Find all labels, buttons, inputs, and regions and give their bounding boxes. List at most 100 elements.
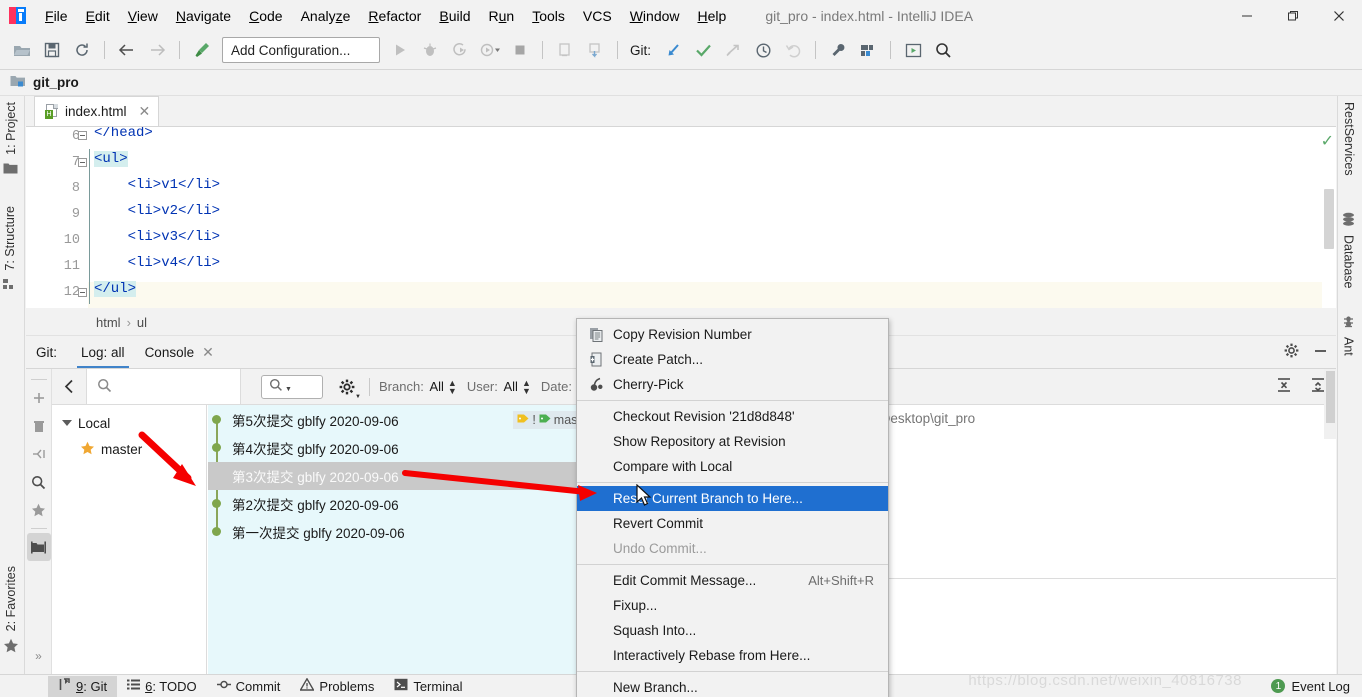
tab-log-all[interactable]: Log: all: [71, 336, 135, 368]
sidebar-item-ant[interactable]: Ant: [1342, 337, 1356, 356]
open-folder-icon[interactable]: [8, 37, 36, 63]
scrollbar-thumb[interactable]: [1326, 371, 1335, 423]
menu-item-show-repository-at-revision[interactable]: Show Repository at Revision: [577, 429, 888, 454]
attach-debugger-icon[interactable]: [551, 37, 579, 63]
menu-item-create-patch[interactable]: Create Patch...: [577, 347, 888, 372]
menu-item-fixup[interactable]: Fixup...: [577, 593, 888, 618]
table-row[interactable]: 第4次提交 gblfy 2020-09-06: [208, 434, 602, 462]
table-row-selected[interactable]: 第3次提交 gblfy 2020-09-06: [208, 462, 602, 490]
commit-checkmark-icon[interactable]: [689, 37, 717, 63]
status-item-commit[interactable]: Commit: [207, 676, 291, 697]
table-row[interactable]: 第一次提交 gblfy 2020-09-06: [208, 518, 602, 546]
update-running-app-icon[interactable]: [581, 37, 609, 63]
forward-arrow-icon[interactable]: [143, 37, 171, 63]
gear-icon[interactable]: [1284, 343, 1299, 361]
menu-item-compare-with-local[interactable]: Compare with Local: [577, 454, 888, 479]
search-scope-dropdown[interactable]: ▼: [261, 374, 323, 399]
menu-item-vcs[interactable]: VCS: [574, 5, 621, 27]
search-icon[interactable]: [27, 468, 51, 496]
menu-item-navigate[interactable]: Navigate: [167, 5, 240, 27]
sidebar-item-database[interactable]: Database: [1342, 235, 1356, 289]
run-icon[interactable]: [386, 37, 414, 63]
code-viewport[interactable]: 6 7 8 9 10 11 12 </head> <ul> <li>v1</li…: [26, 127, 1336, 308]
fold-marker[interactable]: [78, 131, 87, 140]
menu-item-squash-into[interactable]: Squash Into...: [577, 618, 888, 643]
tab-console[interactable]: Console ✕: [135, 336, 224, 368]
hammer-icon[interactable]: [188, 37, 216, 63]
menu-item-file[interactable]: File: [36, 5, 77, 27]
close-icon[interactable]: ✕: [202, 344, 214, 361]
table-row[interactable]: 第2次提交 gblfy 2020-09-06: [208, 490, 602, 518]
details-scrollbar[interactable]: [1324, 369, 1336, 439]
breadcrumb-item-ul[interactable]: ul: [137, 315, 147, 330]
minimize-button[interactable]: [1224, 0, 1270, 31]
plus-icon[interactable]: [27, 384, 51, 412]
sync-icon[interactable]: [68, 37, 96, 63]
expand-all-icon[interactable]: [1276, 377, 1292, 396]
profile-icon[interactable]: [476, 37, 504, 63]
history-clock-icon[interactable]: [749, 37, 777, 63]
sidebar-item-project[interactable]: 1: Project: [4, 102, 18, 155]
menu-item-help[interactable]: Help: [689, 5, 736, 27]
close-button[interactable]: [1316, 0, 1362, 31]
status-item-todo[interactable]: 6: TODO: [117, 676, 207, 697]
menu-item-new-branch[interactable]: New Branch...: [577, 675, 888, 697]
fold-marker[interactable]: [78, 158, 87, 167]
minimize-icon[interactable]: [1313, 343, 1328, 361]
inspection-status-icon[interactable]: ✓: [1321, 131, 1334, 151]
project-name[interactable]: git_pro: [33, 75, 79, 90]
sidebar-item-restservices[interactable]: RestServices: [1342, 102, 1356, 176]
branch-item-master[interactable]: master: [52, 436, 206, 462]
menu-item-window[interactable]: Window: [621, 5, 689, 27]
collapse-all-icon[interactable]: [27, 440, 51, 468]
star-icon[interactable]: [27, 496, 51, 524]
layout-icon[interactable]: [899, 37, 927, 63]
status-event-log[interactable]: 1 Event Log: [1271, 679, 1350, 694]
sidebar-item-structure[interactable]: 7: Structure: [3, 206, 17, 271]
sidebar-item-favorites[interactable]: 2: Favorites: [4, 566, 18, 631]
filter-user[interactable]: User: All ▲ ▼: [467, 378, 531, 395]
project-structure-icon[interactable]: [854, 37, 882, 63]
debug-icon[interactable]: [416, 37, 444, 63]
push-icon[interactable]: [719, 37, 747, 63]
table-row[interactable]: 第5次提交 gblfy 2020-09-06 ! master: [208, 406, 602, 434]
menu-item-view[interactable]: View: [119, 5, 167, 27]
breadcrumb-item-html[interactable]: html: [96, 315, 121, 330]
menu-item-edit-commit-message[interactable]: Edit Commit Message... Alt+Shift+R: [577, 568, 888, 593]
stop-icon[interactable]: [506, 37, 534, 63]
scrollbar-thumb[interactable]: [1324, 189, 1334, 249]
trash-icon[interactable]: [27, 412, 51, 440]
editor-scrollbar[interactable]: ✓: [1321, 127, 1336, 308]
branch-group-local[interactable]: Local: [52, 410, 206, 436]
filter-branch[interactable]: Branch: All ▲ ▼: [379, 378, 457, 395]
search-icon[interactable]: [929, 37, 957, 63]
status-item-problems[interactable]: Problems: [290, 676, 384, 697]
coverage-icon[interactable]: [446, 37, 474, 63]
menu-item-copy-revision-number[interactable]: Copy Revision Number: [577, 322, 888, 347]
menu-item-code[interactable]: Code: [240, 5, 291, 27]
show-hide-branches-icon[interactable]: [26, 533, 51, 561]
close-icon[interactable]: ✕: [139, 103, 151, 120]
menu-item-reset-current-branch-to-here[interactable]: Reset Current Branch to Here...: [577, 486, 888, 511]
menu-item-refactor[interactable]: Refactor: [359, 5, 430, 27]
menu-item-run[interactable]: Run: [480, 5, 524, 27]
log-search-input[interactable]: [86, 369, 241, 404]
editor-tab-index-html[interactable]: H index.html ✕: [34, 96, 160, 126]
status-item-git[interactable]: 9: Git: [48, 675, 118, 697]
menu-item-analyze[interactable]: Analyze: [292, 5, 360, 27]
rollback-icon[interactable]: [779, 37, 807, 63]
log-settings-gear-icon[interactable]: ▼: [334, 374, 361, 400]
run-configuration-selector[interactable]: Add Configuration...: [222, 37, 380, 63]
menu-item-cherry-pick[interactable]: Cherry-Pick: [577, 372, 888, 397]
more-icon[interactable]: »: [27, 642, 51, 670]
save-icon[interactable]: [38, 37, 66, 63]
menu-item-revert-commit[interactable]: Revert Commit: [577, 511, 888, 536]
menu-item-checkout-revision[interactable]: Checkout Revision '21d8d848': [577, 404, 888, 429]
update-project-icon[interactable]: [659, 37, 687, 63]
event-log-label[interactable]: Event Log: [1291, 679, 1350, 694]
menu-item-build[interactable]: Build: [430, 5, 479, 27]
back-arrow-icon[interactable]: [113, 37, 141, 63]
maximize-button[interactable]: [1270, 0, 1316, 31]
wrench-icon[interactable]: [824, 37, 852, 63]
status-item-terminal[interactable]: Terminal: [384, 676, 472, 697]
